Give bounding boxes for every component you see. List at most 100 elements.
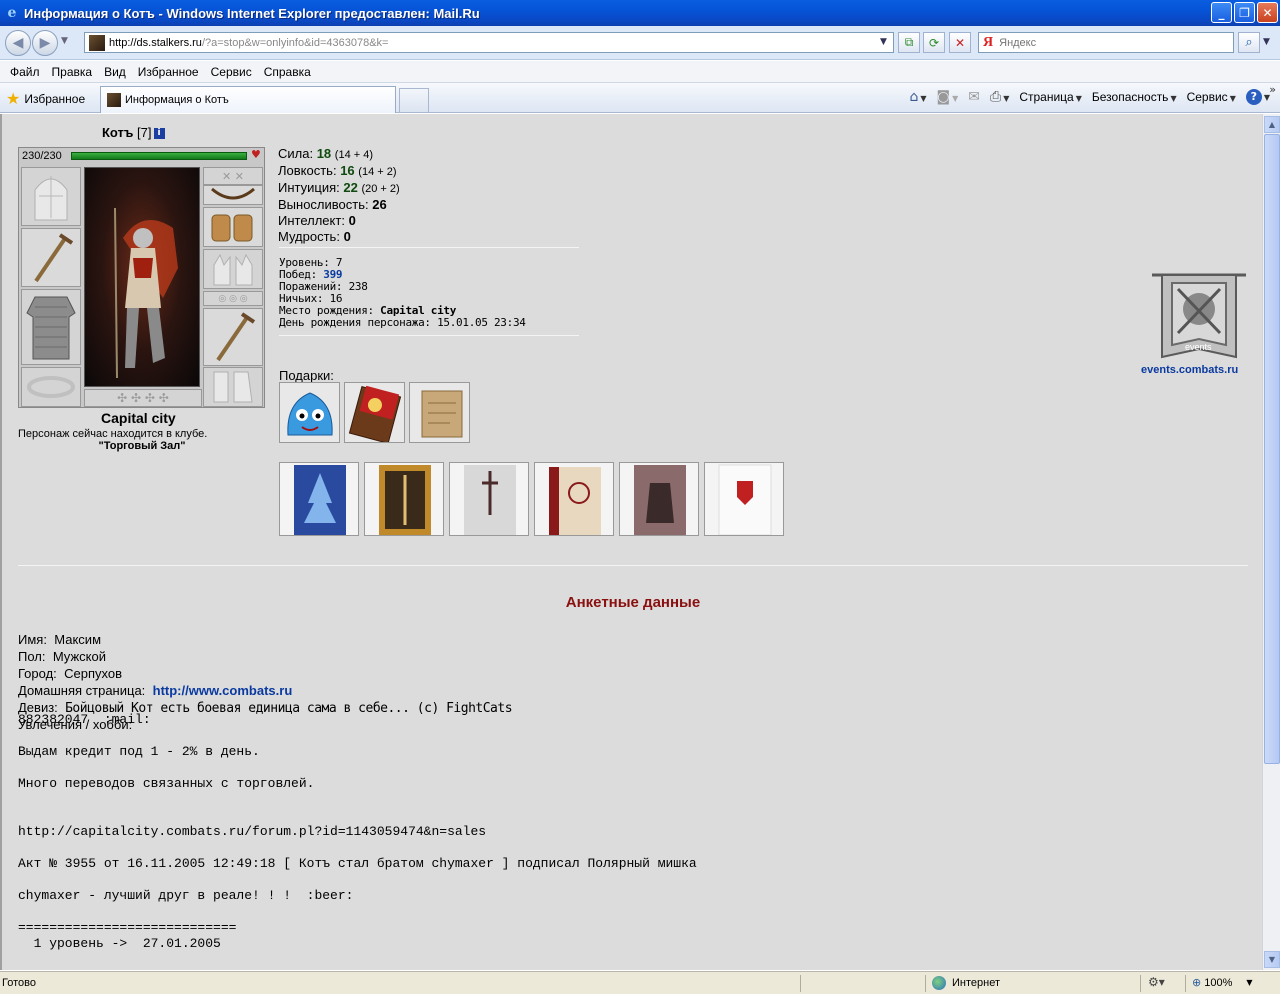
menu-favorites[interactable]: Избранное xyxy=(132,65,205,79)
about-line: ​ xyxy=(18,792,697,808)
refresh-icon: ⟳ xyxy=(928,35,940,50)
search-button[interactable]: ⌕ xyxy=(1238,32,1260,53)
forward-button[interactable]: ▶ xyxy=(32,30,58,56)
tools-menu-button[interactable]: Сервис ▼ xyxy=(1187,90,1236,104)
back-button[interactable]: ◀ xyxy=(5,30,31,56)
postcard[interactable] xyxy=(534,462,614,536)
stat-row: Интуиция: 22 (20 + 2) xyxy=(278,180,400,197)
character-portrait[interactable] xyxy=(84,167,200,387)
belt-icon xyxy=(27,376,75,398)
star-icon: ★ xyxy=(6,89,21,108)
gloves-slot[interactable] xyxy=(203,249,263,289)
scroll-down-button[interactable]: ▼ xyxy=(1264,951,1280,968)
postcard[interactable] xyxy=(449,462,529,536)
boots-icon xyxy=(213,371,253,403)
search-input[interactable] xyxy=(999,36,1220,49)
bracers-slot[interactable] xyxy=(203,207,263,247)
print-button[interactable]: ⎙ ▼ xyxy=(990,89,1009,105)
safety-menu-button[interactable]: Безопасность ▼ xyxy=(1092,90,1177,104)
new-tab-button[interactable] xyxy=(399,88,429,112)
detail-birthday: День рождения персонажа: 15.01.05 23:34 xyxy=(279,316,526,329)
close-button[interactable]: ✕ xyxy=(1257,2,1278,23)
protected-mode-icon[interactable]: ⚙▾ xyxy=(1148,975,1165,989)
scroll-up-button[interactable]: ▲ xyxy=(1264,116,1280,133)
postcard[interactable] xyxy=(364,462,444,536)
armor-slot[interactable] xyxy=(21,289,81,365)
refresh-button[interactable]: ⟳ xyxy=(923,32,945,53)
stat-label: Сила: xyxy=(278,146,314,161)
status-separator xyxy=(1140,975,1141,992)
postcard[interactable] xyxy=(704,462,784,536)
weapon-left-slot[interactable] xyxy=(21,228,81,287)
stat-value: 18 xyxy=(316,146,332,161)
search-options-dropdown[interactable]: ▼ xyxy=(1263,37,1270,47)
about-line: 1 уровень -> 27.01.2005 xyxy=(18,936,221,951)
menu-help[interactable]: Справка xyxy=(258,65,317,79)
status-text: Готово xyxy=(2,977,36,989)
toolbar-overflow-chevron-icon[interactable]: » xyxy=(1269,83,1276,96)
boots-slot[interactable] xyxy=(203,367,263,407)
postcard[interactable] xyxy=(619,462,699,536)
weapon-right-slot[interactable] xyxy=(203,308,263,366)
address-bar: ◀ ▶ ▼ http://ds.stalkers.ru/?a=stop&w=on… xyxy=(0,26,1280,60)
page-content: Котъ [7] i 230/230 ♥ ✕ ✕ ◎ ◎ ◎ ✣ ✣ ✣ ✣ C… xyxy=(0,114,1262,970)
maximize-button[interactable]: ❐ xyxy=(1234,2,1255,23)
zone-label: Интернет xyxy=(952,977,1000,989)
page-menu-button[interactable]: Страница ▼ xyxy=(1019,90,1082,104)
stat-row: Интеллект: 0 xyxy=(278,213,400,229)
tab-active[interactable]: Информация о Котъ xyxy=(100,86,396,113)
safety-menu-label: Безопасность xyxy=(1091,90,1169,104)
events-logo[interactable]: events xyxy=(1148,269,1250,366)
url-field[interactable]: http://ds.stalkers.ru/?a=stop&w=onlyinfo… xyxy=(84,32,894,53)
url-dropdown-icon[interactable]: ▼ xyxy=(876,35,891,50)
scroll-thumb[interactable] xyxy=(1264,134,1280,764)
rune-slots[interactable]: ✣ ✣ ✣ ✣ xyxy=(84,389,202,407)
necklace-icon xyxy=(211,187,255,200)
minimize-button[interactable]: _ xyxy=(1211,2,1232,23)
hp-bar xyxy=(71,152,247,160)
help-button[interactable]: ? ▼ xyxy=(1245,89,1270,105)
stat-bonus: (14 + 2) xyxy=(358,166,397,178)
mail-button[interactable]: ✉ xyxy=(968,89,980,105)
zoom-control[interactable]: ⊕ 100% ▼ xyxy=(1192,976,1253,989)
home-button[interactable]: ⌂ ▼ xyxy=(909,89,926,105)
about-line: ​ xyxy=(18,728,697,744)
hp-text: 230/230 xyxy=(22,150,62,162)
homepage-link[interactable]: http://www.combats.ru xyxy=(153,683,293,698)
vertical-scrollbar[interactable]: ▲ ▼ xyxy=(1262,114,1280,970)
compatibility-icon: ⧉ xyxy=(904,35,914,49)
small-item-slots[interactable]: ◎ ◎ ◎ xyxy=(203,291,263,306)
menu-file[interactable]: Файл xyxy=(4,65,46,79)
feeds-button[interactable]: ◙ ▼ xyxy=(937,89,959,105)
gift-item[interactable] xyxy=(409,382,470,443)
profile-title: Анкетные данные xyxy=(565,594,701,611)
congrats-card-icon xyxy=(464,465,516,535)
compatibility-view-button[interactable]: ⧉ xyxy=(898,32,920,53)
stat-label: Мудрость: xyxy=(278,229,340,244)
gift-item[interactable] xyxy=(344,382,405,443)
stat-row: Мудрость: 0 xyxy=(278,229,400,245)
search-box[interactable]: Я xyxy=(978,32,1234,53)
stats-list: Сила: 18 (14 + 4) Ловкость: 16 (14 + 2) … xyxy=(278,146,400,245)
status-separator xyxy=(800,975,801,992)
menu-tools[interactable]: Сервис xyxy=(205,65,258,79)
defender-day-card-icon xyxy=(549,467,601,535)
status-bar: Готово Интернет ⚙▾ ⊕ 100% ▼ xyxy=(0,971,1280,994)
events-link[interactable]: events.combats.ru xyxy=(1141,364,1238,376)
menu-view[interactable]: Вид xyxy=(98,65,132,79)
stop-button[interactable]: ✕ xyxy=(949,32,971,53)
belt-slot[interactable] xyxy=(21,367,81,407)
security-zone[interactable]: Интернет xyxy=(932,976,1000,990)
postcard[interactable] xyxy=(279,462,359,536)
ring-slots[interactable]: ✕ ✕ xyxy=(203,167,263,185)
character-level: [7] xyxy=(137,125,152,140)
favorites-button[interactable]: ★ Избранное xyxy=(6,89,85,108)
gift-item[interactable] xyxy=(279,382,340,443)
necklace-slot[interactable] xyxy=(203,185,263,205)
tools-menu-label: Сервис xyxy=(1186,90,1228,104)
helmet-slot[interactable] xyxy=(21,167,81,226)
recent-pages-dropdown[interactable]: ▼ xyxy=(61,36,68,46)
back-arrow-icon: ◀ xyxy=(12,35,24,51)
info-icon[interactable]: i xyxy=(153,128,165,140)
menu-edit[interactable]: Правка xyxy=(46,65,99,79)
